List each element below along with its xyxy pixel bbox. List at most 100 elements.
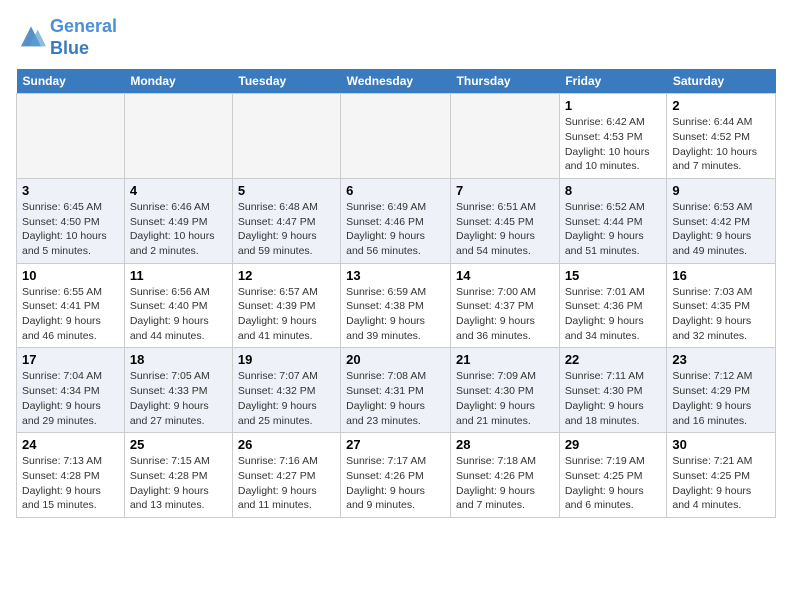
day-info: Sunrise: 6:42 AM Sunset: 4:53 PM Dayligh… xyxy=(565,115,662,174)
day-number: 17 xyxy=(22,352,119,367)
day-number: 28 xyxy=(456,437,554,452)
calendar-cell: 23 Sunrise: 7:12 AM Sunset: 4:29 PM Dayli… xyxy=(667,348,776,433)
weekday-header-tuesday: Tuesday xyxy=(232,69,340,94)
day-info: Sunrise: 6:46 AM Sunset: 4:49 PM Dayligh… xyxy=(130,200,227,259)
day-info: Sunrise: 7:07 AM Sunset: 4:32 PM Dayligh… xyxy=(238,369,335,428)
day-info: Sunrise: 7:09 AM Sunset: 4:30 PM Dayligh… xyxy=(456,369,554,428)
calendar-cell: 28 Sunrise: 7:18 AM Sunset: 4:26 PM Dayli… xyxy=(451,433,560,518)
day-info: Sunrise: 7:05 AM Sunset: 4:33 PM Dayligh… xyxy=(130,369,227,428)
day-info: Sunrise: 7:16 AM Sunset: 4:27 PM Dayligh… xyxy=(238,454,335,513)
calendar-cell: 17Sunrise: 7:04 AM Sunset: 4:34 PM Dayli… xyxy=(17,348,125,433)
logo-icon xyxy=(16,23,46,53)
day-info: Sunrise: 6:52 AM Sunset: 4:44 PM Dayligh… xyxy=(565,200,662,259)
day-info: Sunrise: 7:01 AM Sunset: 4:36 PM Dayligh… xyxy=(565,285,662,344)
day-number: 12 xyxy=(238,268,335,283)
day-number: 9 xyxy=(672,183,770,198)
day-info: Sunrise: 6:51 AM Sunset: 4:45 PM Dayligh… xyxy=(456,200,554,259)
day-info: Sunrise: 7:03 AM Sunset: 4:35 PM Dayligh… xyxy=(672,285,770,344)
weekday-header-sunday: Sunday xyxy=(17,69,125,94)
calendar-cell: 29 Sunrise: 7:19 AM Sunset: 4:25 PM Dayli… xyxy=(559,433,667,518)
day-number: 2 xyxy=(672,98,770,113)
weekday-header-thursday: Thursday xyxy=(451,69,560,94)
day-info: Sunrise: 6:59 AM Sunset: 4:38 PM Dayligh… xyxy=(346,285,445,344)
day-info: Sunrise: 6:53 AM Sunset: 4:42 PM Dayligh… xyxy=(672,200,770,259)
calendar-cell: 2 Sunrise: 6:44 AM Sunset: 4:52 PM Daylig… xyxy=(667,94,776,179)
calendar-cell xyxy=(341,94,451,179)
calendar-cell: 20Sunrise: 7:08 AM Sunset: 4:31 PM Dayli… xyxy=(341,348,451,433)
day-info: Sunrise: 6:55 AM Sunset: 4:41 PM Dayligh… xyxy=(22,285,119,344)
day-number: 25 xyxy=(130,437,227,452)
day-info: Sunrise: 7:15 AM Sunset: 4:28 PM Dayligh… xyxy=(130,454,227,513)
day-number: 11 xyxy=(130,268,227,283)
day-info: Sunrise: 6:57 AM Sunset: 4:39 PM Dayligh… xyxy=(238,285,335,344)
calendar-cell: 3 Sunrise: 6:45 AM Sunset: 4:50 PM Daylig… xyxy=(17,178,125,263)
calendar-cell: 18 Sunrise: 7:05 AM Sunset: 4:33 PM Dayli… xyxy=(124,348,232,433)
calendar-cell: 22Sunrise: 7:11 AM Sunset: 4:30 PM Dayli… xyxy=(559,348,667,433)
day-info: Sunrise: 7:18 AM Sunset: 4:26 PM Dayligh… xyxy=(456,454,554,513)
day-info: Sunrise: 7:13 AM Sunset: 4:28 PM Dayligh… xyxy=(22,454,119,513)
weekday-header-wednesday: Wednesday xyxy=(341,69,451,94)
day-number: 4 xyxy=(130,183,227,198)
day-number: 19 xyxy=(238,352,335,367)
calendar-cell: 21 Sunrise: 7:09 AM Sunset: 4:30 PM Dayli… xyxy=(451,348,560,433)
calendar-cell xyxy=(124,94,232,179)
calendar-cell: 16 Sunrise: 7:03 AM Sunset: 4:35 PM Dayli… xyxy=(667,263,776,348)
day-number: 3 xyxy=(22,183,119,198)
calendar-cell: 9 Sunrise: 6:53 AM Sunset: 4:42 PM Daylig… xyxy=(667,178,776,263)
day-number: 1 xyxy=(565,98,662,113)
day-info: Sunrise: 6:48 AM Sunset: 4:47 PM Dayligh… xyxy=(238,200,335,259)
day-number: 26 xyxy=(238,437,335,452)
day-number: 6 xyxy=(346,183,445,198)
day-info: Sunrise: 6:56 AM Sunset: 4:40 PM Dayligh… xyxy=(130,285,227,344)
calendar-cell: 5 Sunrise: 6:48 AM Sunset: 4:47 PM Daylig… xyxy=(232,178,340,263)
day-info: Sunrise: 7:12 AM Sunset: 4:29 PM Dayligh… xyxy=(672,369,770,428)
day-info: Sunrise: 7:17 AM Sunset: 4:26 PM Dayligh… xyxy=(346,454,445,513)
calendar-cell: 6 Sunrise: 6:49 AM Sunset: 4:46 PM Daylig… xyxy=(341,178,451,263)
day-number: 27 xyxy=(346,437,445,452)
day-number: 14 xyxy=(456,268,554,283)
day-number: 15 xyxy=(565,268,662,283)
day-info: Sunrise: 7:00 AM Sunset: 4:37 PM Dayligh… xyxy=(456,285,554,344)
day-number: 29 xyxy=(565,437,662,452)
calendar-cell: 10Sunrise: 6:55 AM Sunset: 4:41 PM Dayli… xyxy=(17,263,125,348)
calendar-cell: 24 Sunrise: 7:13 AM Sunset: 4:28 PM Dayli… xyxy=(17,433,125,518)
calendar-cell: 1 Sunrise: 6:42 AM Sunset: 4:53 PM Daylig… xyxy=(559,94,667,179)
calendar-cell xyxy=(232,94,340,179)
day-number: 22 xyxy=(565,352,662,367)
day-info: Sunrise: 7:19 AM Sunset: 4:25 PM Dayligh… xyxy=(565,454,662,513)
calendar-cell: 30 Sunrise: 7:21 AM Sunset: 4:25 PM Dayli… xyxy=(667,433,776,518)
weekday-header-saturday: Saturday xyxy=(667,69,776,94)
day-number: 8 xyxy=(565,183,662,198)
logo: General Blue xyxy=(16,16,117,59)
weekday-header-monday: Monday xyxy=(124,69,232,94)
calendar-cell xyxy=(451,94,560,179)
day-number: 13 xyxy=(346,268,445,283)
day-info: Sunrise: 6:45 AM Sunset: 4:50 PM Dayligh… xyxy=(22,200,119,259)
day-info: Sunrise: 6:44 AM Sunset: 4:52 PM Dayligh… xyxy=(672,115,770,174)
calendar-cell: 11 Sunrise: 6:56 AM Sunset: 4:40 PM Dayli… xyxy=(124,263,232,348)
logo-text: General Blue xyxy=(50,16,117,59)
page-header: General Blue xyxy=(16,16,776,59)
calendar-cell: 26 Sunrise: 7:16 AM Sunset: 4:27 PM Dayli… xyxy=(232,433,340,518)
calendar-cell: 4 Sunrise: 6:46 AM Sunset: 4:49 PM Daylig… xyxy=(124,178,232,263)
day-number: 21 xyxy=(456,352,554,367)
calendar-cell: 7Sunrise: 6:51 AM Sunset: 4:45 PM Daylig… xyxy=(451,178,560,263)
weekday-header-friday: Friday xyxy=(559,69,667,94)
day-number: 23 xyxy=(672,352,770,367)
day-number: 24 xyxy=(22,437,119,452)
day-number: 18 xyxy=(130,352,227,367)
calendar-cell: 12 Sunrise: 6:57 AM Sunset: 4:39 PM Dayli… xyxy=(232,263,340,348)
calendar-cell: 15 Sunrise: 7:01 AM Sunset: 4:36 PM Dayli… xyxy=(559,263,667,348)
calendar-cell: 13 Sunrise: 6:59 AM Sunset: 4:38 PM Dayli… xyxy=(341,263,451,348)
day-info: Sunrise: 7:08 AM Sunset: 4:31 PM Dayligh… xyxy=(346,369,445,428)
day-number: 5 xyxy=(238,183,335,198)
day-info: Sunrise: 6:49 AM Sunset: 4:46 PM Dayligh… xyxy=(346,200,445,259)
calendar-cell: 8 Sunrise: 6:52 AM Sunset: 4:44 PM Daylig… xyxy=(559,178,667,263)
day-number: 16 xyxy=(672,268,770,283)
calendar-cell xyxy=(17,94,125,179)
calendar-cell: 27 Sunrise: 7:17 AM Sunset: 4:26 PM Dayli… xyxy=(341,433,451,518)
day-number: 30 xyxy=(672,437,770,452)
calendar-table: SundayMondayTuesdayWednesdayThursdayFrid… xyxy=(16,69,776,518)
calendar-cell: 25 Sunrise: 7:15 AM Sunset: 4:28 PM Dayli… xyxy=(124,433,232,518)
day-info: Sunrise: 7:21 AM Sunset: 4:25 PM Dayligh… xyxy=(672,454,770,513)
